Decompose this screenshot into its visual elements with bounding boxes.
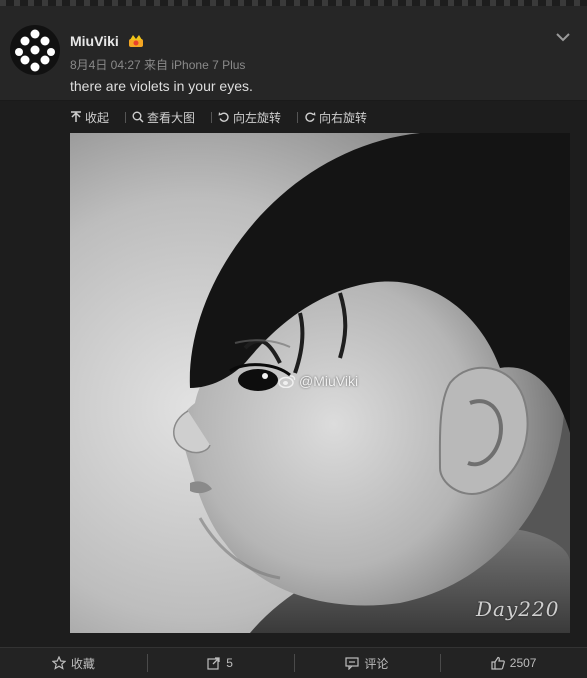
view-large-label: 查看大图 — [147, 110, 196, 125]
action-bar: 收藏 5 评论 2507 — [0, 647, 587, 678]
comment-icon — [345, 657, 359, 670]
magnify-icon — [132, 111, 144, 123]
favorite-label: 收藏 — [70, 656, 95, 671]
chevron-down-icon[interactable] — [555, 31, 571, 43]
comment-label: 评论 — [364, 656, 389, 671]
rotate-left-icon — [218, 112, 229, 122]
rotate-right-button[interactable]: 向右旋转 — [304, 109, 373, 126]
comment-button[interactable]: 评论 — [293, 648, 441, 678]
image-toolbar: 收起 查看大图 向左旋转 向右旋转 — [70, 108, 383, 126]
share-icon — [207, 657, 220, 670]
thumbs-up-icon — [491, 656, 505, 670]
collapse-up-icon — [71, 111, 81, 122]
post-header: MiuViki 8月4日 04:27 来自 iPhone 7 Plus ther… — [0, 6, 587, 101]
rotate-left-label: 向左旋转 — [233, 110, 282, 125]
rotate-right-icon — [305, 112, 316, 122]
favorite-button[interactable]: 收藏 — [0, 648, 147, 678]
collapse-label: 收起 — [85, 110, 110, 125]
watermark-text: @MiuViki — [299, 373, 359, 389]
divider — [297, 111, 299, 123]
post-photo[interactable]: @MiuViki Day220 — [70, 133, 570, 633]
crown-badge-icon[interactable] — [128, 34, 144, 48]
photo-watermark: @MiuViki — [278, 373, 358, 389]
like-count: 2507 — [509, 656, 537, 670]
repost-count: 5 — [226, 656, 233, 670]
post-text: there are violets in your eyes. — [70, 78, 253, 94]
rotate-left-button[interactable]: 向左旋转 — [218, 109, 287, 126]
avatar[interactable] — [10, 25, 60, 75]
rotate-right-label: 向右旋转 — [319, 110, 368, 125]
like-button[interactable]: 2507 — [440, 648, 587, 678]
star-icon — [51, 656, 66, 670]
divider — [211, 111, 213, 123]
username[interactable]: MiuViki — [70, 33, 119, 49]
divider — [125, 111, 127, 123]
collapse-button[interactable]: 收起 — [70, 109, 115, 126]
post-meta: 8月4日 04:27 来自 iPhone 7 Plus — [70, 58, 246, 72]
view-large-button[interactable]: 查看大图 — [132, 109, 201, 126]
repost-button[interactable]: 5 — [146, 648, 294, 678]
weibo-icon — [278, 375, 296, 388]
day-label: Day220 — [476, 597, 560, 621]
